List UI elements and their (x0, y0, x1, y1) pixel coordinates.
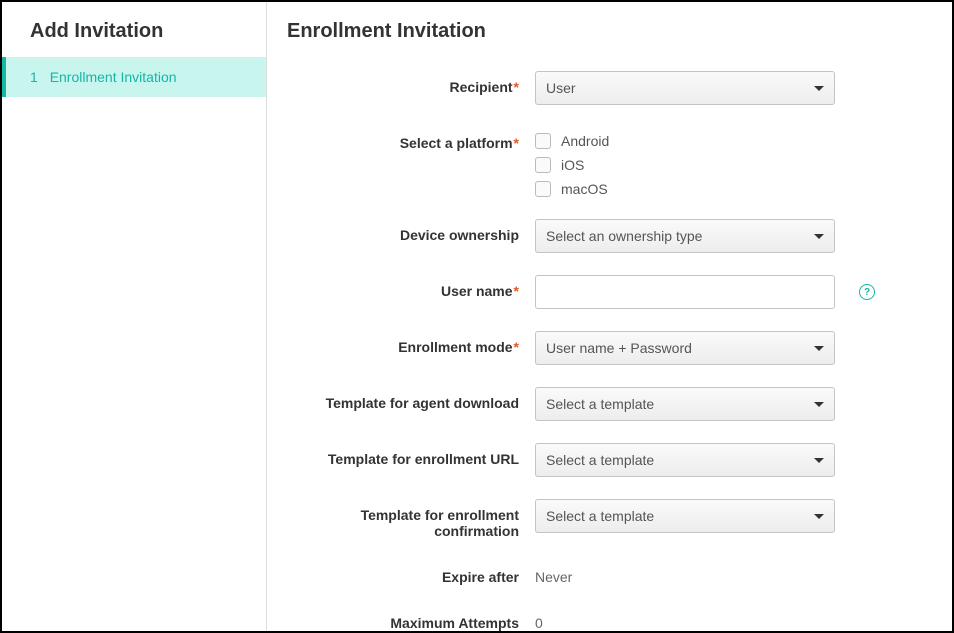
page-title: Enrollment Invitation (287, 20, 932, 43)
android-label: Android (561, 133, 609, 149)
sidebar: Add Invitation 1 Enrollment Invitation (2, 2, 267, 631)
row-tpl-confirm: Template for enrollment confirmation Sel… (287, 499, 932, 539)
caret-down-icon (814, 458, 824, 463)
label-enrollmode: Enrollment mode* (287, 331, 535, 355)
tpl-agent-value: Select a template (546, 396, 654, 412)
ownership-select[interactable]: Select an ownership type (535, 219, 835, 253)
label-tpl-confirm: Template for enrollment confirmation (287, 499, 535, 539)
macos-checkbox[interactable] (535, 181, 551, 197)
step-number: 1 (30, 69, 38, 85)
tpl-confirm-value: Select a template (546, 508, 654, 524)
row-tpl-url: Template for enrollment URL Select a tem… (287, 443, 932, 477)
help-icon[interactable]: ? (859, 284, 875, 300)
main-content: Enrollment Invitation Recipient* User Se… (267, 2, 952, 631)
row-username: User name* ? (287, 275, 932, 309)
label-tpl-agent: Template for agent download (287, 387, 535, 411)
ios-checkbox[interactable] (535, 157, 551, 173)
ios-label: iOS (561, 157, 584, 173)
macos-label: macOS (561, 181, 608, 197)
platform-macos-item: macOS (535, 181, 609, 197)
sidebar-title: Add Invitation (2, 2, 266, 57)
label-recipient: Recipient* (287, 71, 535, 95)
platform-ios-item: iOS (535, 157, 609, 173)
row-max-attempts: Maximum Attempts 0 (287, 607, 932, 631)
label-ownership: Device ownership (287, 219, 535, 243)
recipient-value: User (546, 80, 576, 96)
label-max-attempts: Maximum Attempts (287, 607, 535, 631)
step-label: Enrollment Invitation (50, 69, 177, 85)
caret-down-icon (814, 514, 824, 519)
label-expire: Expire after (287, 561, 535, 585)
caret-down-icon (814, 402, 824, 407)
platform-android-item: Android (535, 133, 609, 149)
row-tpl-agent: Template for agent download Select a tem… (287, 387, 932, 421)
tpl-confirm-select[interactable]: Select a template (535, 499, 835, 533)
username-input[interactable] (535, 275, 835, 309)
tpl-agent-select[interactable]: Select a template (535, 387, 835, 421)
row-ownership: Device ownership Select an ownership typ… (287, 219, 932, 253)
caret-down-icon (814, 86, 824, 91)
row-expire: Expire after Never (287, 561, 932, 585)
max-attempts-value: 0 (535, 607, 543, 631)
tpl-url-value: Select a template (546, 452, 654, 468)
label-tpl-url: Template for enrollment URL (287, 443, 535, 467)
row-recipient: Recipient* User (287, 71, 932, 105)
caret-down-icon (814, 346, 824, 351)
enrollmode-select[interactable]: User name + Password (535, 331, 835, 365)
platform-checkbox-group: Android iOS macOS (535, 127, 609, 197)
label-username: User name* (287, 275, 535, 299)
tpl-url-select[interactable]: Select a template (535, 443, 835, 477)
expire-value: Never (535, 561, 572, 585)
recipient-select[interactable]: User (535, 71, 835, 105)
row-enrollmode: Enrollment mode* User name + Password (287, 331, 932, 365)
enrollmode-value: User name + Password (546, 340, 692, 356)
caret-down-icon (814, 234, 824, 239)
android-checkbox[interactable] (535, 133, 551, 149)
row-platform: Select a platform* Android iOS macOS (287, 127, 932, 197)
ownership-value: Select an ownership type (546, 228, 702, 244)
label-platform: Select a platform* (287, 127, 535, 151)
step-enrollment-invitation[interactable]: 1 Enrollment Invitation (2, 57, 266, 97)
